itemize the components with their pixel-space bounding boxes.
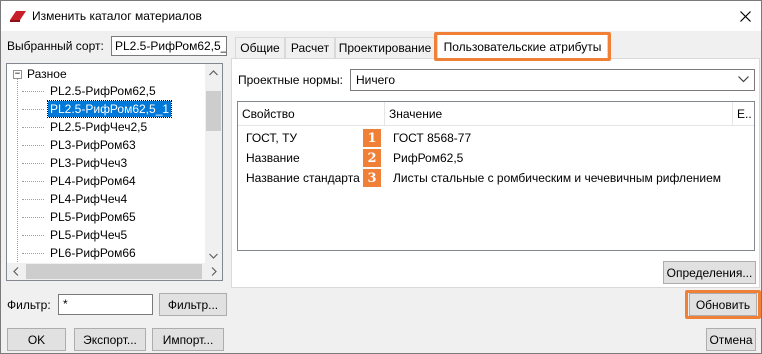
tree-branch-line — [22, 216, 44, 218]
tree-root-node[interactable]: − Разное — [13, 66, 67, 82]
column-header-value[interactable]: Значение — [385, 102, 733, 126]
title-bar: Изменить каталог материалов — [1, 1, 761, 31]
tree-branch-line — [22, 90, 44, 92]
value-cell[interactable]: РифРом62,5 — [389, 148, 463, 168]
tree-branch-line — [22, 126, 44, 128]
design-norms-label: Проектные нормы: — [238, 73, 343, 87]
attributes-grid[interactable]: Свойство Значение Е.. ГОСТ, ТУ 1 ГОСТ 8568… — [237, 101, 755, 251]
property-cell: ГОСТ, ТУ — [246, 131, 298, 145]
scroll-up-icon[interactable] — [205, 64, 222, 81]
close-icon — [739, 10, 751, 22]
tree-item-label: PL2.5-РифРом62,5 — [50, 84, 156, 98]
selected-sort-field[interactable]: PL2.5-РифРом62,5_1 — [111, 36, 227, 56]
app-logo-icon — [10, 11, 26, 22]
value-cell[interactable]: Листы стальные с ромбическим и чечевичны… — [389, 168, 721, 188]
tree-item[interactable]: PL2.5-РифРом62,5_1 — [22, 100, 173, 118]
scroll-down-icon[interactable] — [205, 247, 222, 264]
tree-item-label: PL5-РифРом65 — [50, 210, 136, 224]
design-norms-value: Ничего — [356, 73, 396, 87]
property-cell: Название — [246, 151, 300, 165]
grid-header: Свойство Значение Е.. — [238, 102, 754, 126]
tree-item[interactable]: PL2.5-РифРом62,5 — [22, 82, 158, 100]
table-row[interactable]: Название 2 РифРом62,5 — [238, 148, 754, 168]
tree-branch-line — [22, 144, 44, 146]
column-header-property[interactable]: Свойство — [238, 102, 385, 126]
tree-branch-line — [22, 252, 44, 254]
tree-item[interactable]: PL5-РифЧеч5 — [22, 226, 129, 244]
design-norms-select[interactable]: Ничего — [350, 69, 755, 91]
value-cell[interactable]: ГОСТ 8568-77 — [389, 128, 471, 148]
row-number-marker: 1 — [363, 129, 381, 147]
tab-calculation[interactable]: Расчет — [285, 37, 335, 58]
row-number-marker: 3 — [363, 169, 381, 187]
material-catalog-dialog: Изменить каталог материалов Выбранный со… — [0, 0, 762, 354]
tree-item-label: PL5-РифЧеч5 — [50, 228, 128, 242]
tree-item[interactable]: PL2.5-РифЧеч2,5 — [22, 118, 149, 136]
column-header-unit[interactable]: Е.. — [733, 102, 754, 126]
selected-sort-label: Выбранный сорт: — [7, 39, 104, 53]
tree-item-label: PL2.5-РифРом62,5_1 — [46, 100, 173, 118]
export-button[interactable]: Экспорт... — [74, 328, 146, 351]
scroll-right-icon[interactable] — [205, 263, 222, 280]
tree-branch-line — [22, 180, 44, 182]
tree-item[interactable]: PL4-РифЧеч4 — [22, 190, 129, 208]
row-number-marker: 2 — [363, 149, 381, 167]
tree-item-label: PL4-РифЧеч4 — [50, 192, 128, 206]
tree-item[interactable]: PL3-РифЧеч3 — [22, 154, 129, 172]
tree-branch-line — [22, 108, 44, 110]
tree-item-label: PL2.5-РифЧеч2,5 — [50, 120, 148, 134]
tab-design[interactable]: Проектирование — [335, 37, 435, 58]
tree-root-label: Разное — [27, 67, 67, 81]
chevron-down-icon — [738, 76, 749, 83]
tab-user-attributes[interactable]: Пользовательские атрибуты — [437, 34, 608, 59]
table-row[interactable]: Название стандарта 3 Листы стальные с ромб… — [238, 168, 754, 188]
tree-horizontal-scrollbar[interactable] — [7, 263, 222, 280]
ok-button[interactable]: OK — [7, 328, 66, 351]
tree-branch-line — [22, 198, 44, 200]
user-attributes-panel: Проектные нормы: Ничего Свойство Значени… — [231, 58, 760, 288]
tree-item[interactable]: PL4-РифРом64 — [22, 172, 138, 190]
collapse-icon[interactable]: − — [13, 69, 22, 79]
tree-vertical-scrollbar[interactable] — [205, 64, 222, 264]
scroll-left-icon[interactable] — [7, 263, 24, 280]
tree-item-label: PL6-РифРом66 — [50, 246, 136, 260]
filter-input[interactable]: * — [58, 294, 153, 315]
filter-label: Фильтр: — [7, 298, 51, 312]
import-button[interactable]: Импорт... — [152, 328, 224, 351]
tree-vertical-thumb[interactable] — [206, 91, 221, 131]
cancel-button[interactable]: Отмена — [706, 328, 756, 351]
filter-button[interactable]: Фильтр... — [159, 293, 227, 316]
table-row[interactable]: ГОСТ, ТУ 1 ГОСТ 8568-77 — [238, 128, 754, 148]
tree-connector — [17, 78, 18, 280]
material-tree[interactable]: − Разное PL2.5-РифРом62,5 PL2.5-РифРом62,… — [6, 63, 223, 281]
definitions-button[interactable]: Определения... — [663, 261, 756, 284]
tree-item-label: PL4-РифРом64 — [50, 174, 136, 188]
tree-item[interactable]: PL5-РифРом65 — [22, 208, 138, 226]
property-cell: Название стандарта — [246, 171, 360, 185]
tree-horizontal-thumb[interactable] — [26, 264, 202, 279]
tree-branch-line — [22, 162, 44, 164]
close-button[interactable] — [733, 4, 757, 28]
tree-item-label: PL3-РифРом63 — [50, 138, 136, 152]
tree-item-label: PL3-РифЧеч3 — [50, 156, 128, 170]
window-title: Изменить каталог материалов — [32, 9, 202, 23]
tree-branch-line — [22, 234, 44, 236]
tree-item[interactable]: PL6-РифРом66 — [22, 244, 138, 262]
update-button[interactable]: Обновить — [689, 293, 757, 316]
tree-item[interactable]: PL3-РифРом63 — [22, 136, 138, 154]
tab-general[interactable]: Общие — [235, 37, 285, 58]
